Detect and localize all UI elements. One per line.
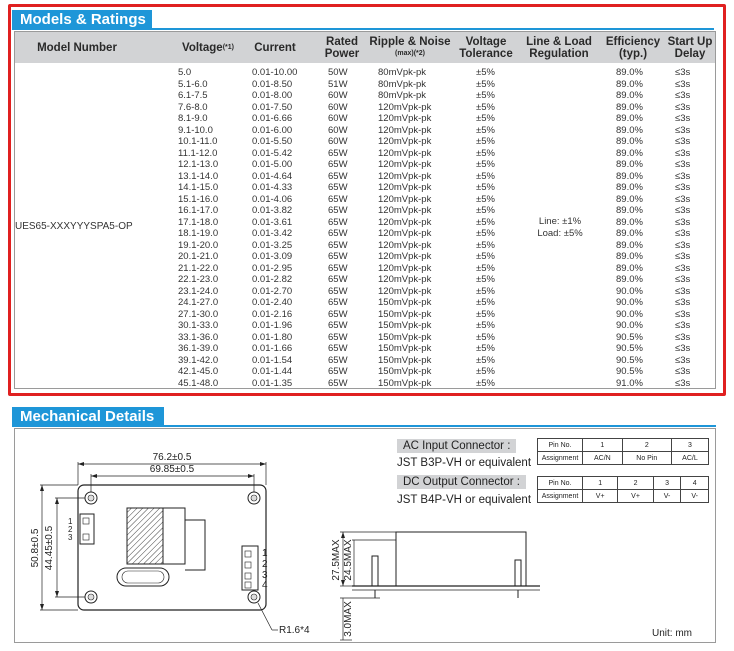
side-component-label: 24.5MAX [343, 539, 354, 580]
pin-number: 2 [621, 438, 672, 452]
pin-assignment: No Pin [621, 451, 672, 465]
dc-connector-part: JST B4P-VH or equivalent [397, 494, 532, 506]
pin-number: 2 [617, 476, 654, 490]
pin-assignment: AC/N [582, 451, 623, 465]
assignment-header: Assignment [537, 451, 583, 465]
pcb-outline [77, 484, 267, 611]
side-view-transformer [395, 531, 527, 587]
pin-assignment: V- [680, 489, 709, 503]
side-height-label: 27.5MAX [331, 539, 342, 580]
dc-pin-table: Pin No. 1 2 3 4 Assignment V+ V+ V- V- [537, 476, 709, 503]
right-pin-label: 4 [262, 580, 268, 591]
unit-label: Unit: mm [652, 628, 692, 639]
dim-width-outer: 76.2±0.5 [153, 452, 192, 463]
pin-header: Pin No. [537, 438, 583, 452]
dim-width-inner: 69.85±0.5 [150, 464, 195, 475]
pin-assignment: V+ [617, 489, 654, 503]
dc-connector-label: DC Output Connector : [397, 475, 526, 489]
ac-connector-part: JST B3P-VH or equivalent [397, 457, 532, 469]
pin-number: 4 [680, 476, 709, 490]
side-pin-label: 3.0MAX [343, 601, 354, 637]
ac-connector-label: AC Input Connector : [397, 439, 517, 453]
pin-assignment: V+ [581, 489, 619, 503]
right-pin-label: 2 [262, 559, 268, 570]
right-pin-label: 1 [262, 548, 268, 559]
pin-number: 3 [670, 438, 710, 452]
ac-pin-table: Pin No. 1 2 3 Assignment AC/N No Pin AC/… [537, 438, 710, 465]
transformer-icon [126, 507, 164, 565]
pin-number: 1 [582, 438, 623, 452]
dim-height-outer: 50.8±0.5 [30, 528, 41, 567]
pin-number: 1 [581, 476, 619, 490]
pin-assignment: V- [652, 489, 682, 503]
left-pin-label: 3 [68, 533, 73, 542]
dim-height-inner: 44.45±0.5 [44, 525, 55, 570]
pin-header: Pin No. [537, 476, 583, 490]
pin-number: 3 [652, 476, 682, 490]
assignment-header: Assignment [537, 489, 583, 503]
mechanical-drawing: 76.2±0.5 69.85±0.5 50.8±0.5 44.45±0.5 R1… [30, 452, 540, 641]
ac-connector-icon [79, 513, 95, 545]
corner-radius-label: R1.6*4 [279, 625, 310, 636]
pin-assignment: AC/L [670, 451, 710, 465]
